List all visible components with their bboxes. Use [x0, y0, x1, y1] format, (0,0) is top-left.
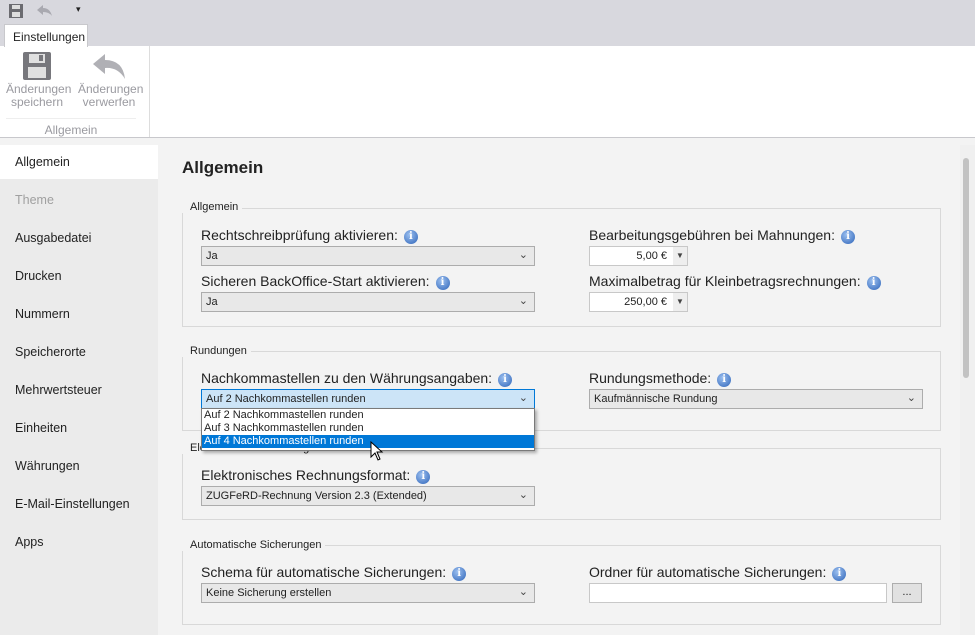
decimals-dropdown-list: Auf 2 Nachkommastellen runden Auf 3 Nach…	[201, 408, 535, 451]
sidebar-item-email[interactable]: E-Mail-Einstellungen	[0, 487, 158, 521]
scrollbar-thumb[interactable]	[963, 158, 969, 378]
dropdown-option-highlighted[interactable]: Auf 4 Nachkommastellen runden	[202, 435, 534, 448]
sidebar-item-apps[interactable]: Apps	[0, 525, 158, 559]
undo-icon	[93, 54, 125, 79]
undo-icon[interactable]	[37, 5, 53, 17]
group-label: Automatische Sicherungen	[182, 539, 326, 551]
info-icon[interactable]: i	[498, 373, 513, 387]
save-icon	[23, 52, 51, 80]
chevron-down-icon: ⌄	[906, 392, 916, 404]
ribbon-group: Änderungen speichern Änderungen verwerfen …	[0, 46, 150, 137]
spellcheck-combo[interactable]: Ja ⌄	[201, 246, 535, 266]
rounding-method-combo[interactable]: Kaufmännische Rundung ⌄	[589, 389, 923, 409]
info-icon[interactable]: i	[866, 276, 881, 290]
invoice-format-label: Elektronisches Rechnungsformat:	[201, 467, 411, 483]
info-icon[interactable]: i	[416, 470, 431, 484]
info-icon[interactable]: i	[840, 230, 855, 244]
backoffice-label: Sicheren BackOffice-Start aktivieren:	[201, 273, 430, 289]
backup-folder-input[interactable]	[589, 583, 887, 603]
fees-label: Bearbeitungsgebühren bei Mahnungen:	[589, 227, 835, 243]
sidebar-item-theme: Theme	[15, 193, 54, 207]
max-amount-label: Maximalbetrag für Kleinbetragsrechnungen…	[589, 273, 861, 289]
sidebar-item-nummern[interactable]: Nummern	[0, 297, 158, 331]
info-icon[interactable]: i	[435, 276, 450, 290]
chevron-down-icon: ⌄	[518, 295, 528, 307]
invoice-format-combo[interactable]: ZUGFeRD-Rechnung Version 2.3 (Extended) ⌄	[201, 486, 535, 506]
backup-schema-combo[interactable]: Keine Sicherung erstellen ⌄	[201, 583, 535, 603]
info-icon[interactable]: i	[832, 567, 847, 581]
quick-access-toolbar: ▾	[0, 0, 975, 46]
sidebar-item-speicherorte[interactable]: Speicherorte	[0, 335, 158, 369]
spellcheck-label: Rechtschreibprüfung aktivieren:	[201, 227, 398, 243]
backoffice-combo[interactable]: Ja ⌄	[201, 292, 535, 312]
group-erechnung	[182, 448, 941, 520]
sidebar-item-einheiten[interactable]: Einheiten	[0, 411, 158, 445]
customize-icon[interactable]: ▾	[76, 4, 81, 15]
fees-input[interactable]: 5,00 € ▼	[589, 246, 688, 266]
browse-button[interactable]: ...	[892, 583, 922, 603]
info-icon[interactable]: i	[452, 567, 467, 581]
chevron-down-icon: ⌄	[518, 586, 528, 598]
ribbon-group-label: Allgemein	[6, 118, 136, 137]
decimals-combo[interactable]: Auf 2 Nachkommastellen runden ⌄	[201, 389, 535, 409]
backup-schema-label: Schema für automatische Sicherungen:	[201, 564, 447, 580]
mouse-cursor-icon	[370, 441, 384, 461]
dropdown-option[interactable]: Auf 3 Nachkommastellen runden	[202, 422, 534, 435]
sidebar-item-allgemein[interactable]: Allgemein	[0, 145, 158, 179]
sidebar-item-waehrungen[interactable]: Währungen	[0, 449, 158, 483]
sidebar-item-mehrwertsteuer[interactable]: Mehrwertsteuer	[0, 373, 158, 407]
decimals-label: Nachkommastellen zu den Währungsangaben:	[201, 370, 493, 386]
group-label: Rundungen	[182, 345, 251, 357]
sidebar: Allgemein Theme Ausgabedatei Drucken Num…	[0, 145, 158, 635]
dropdown-arrow-icon[interactable]: ▼	[673, 293, 687, 311]
save-icon[interactable]	[9, 4, 23, 18]
dropdown-option[interactable]: Auf 2 Nachkommastellen runden	[202, 409, 534, 422]
chevron-down-icon: ⌄	[518, 489, 528, 501]
chevron-down-icon: ⌄	[518, 249, 528, 261]
chevron-down-icon: ⌄	[518, 392, 528, 404]
info-icon[interactable]: i	[403, 230, 418, 244]
max-amount-input[interactable]: 250,00 € ▼	[589, 292, 688, 312]
group-label: Allgemein	[182, 201, 243, 213]
sidebar-item-drucken[interactable]: Drucken	[0, 259, 158, 293]
dropdown-arrow-icon[interactable]: ▼	[673, 247, 687, 265]
sidebar-item-ausgabedatei[interactable]: Ausgabedatei	[0, 221, 158, 255]
backup-folder-label: Ordner für automatische Sicherungen:	[589, 564, 827, 580]
save-changes-button[interactable]: Änderungen speichern	[6, 52, 71, 109]
page-title: Allgemein	[182, 158, 264, 177]
tab-einstellungen[interactable]: Einstellungen	[4, 24, 88, 47]
discard-changes-button[interactable]: Änderungen verwerfen	[78, 52, 143, 109]
info-icon[interactable]: i	[717, 373, 732, 387]
rounding-method-label: Rundungsmethode:	[589, 370, 712, 386]
